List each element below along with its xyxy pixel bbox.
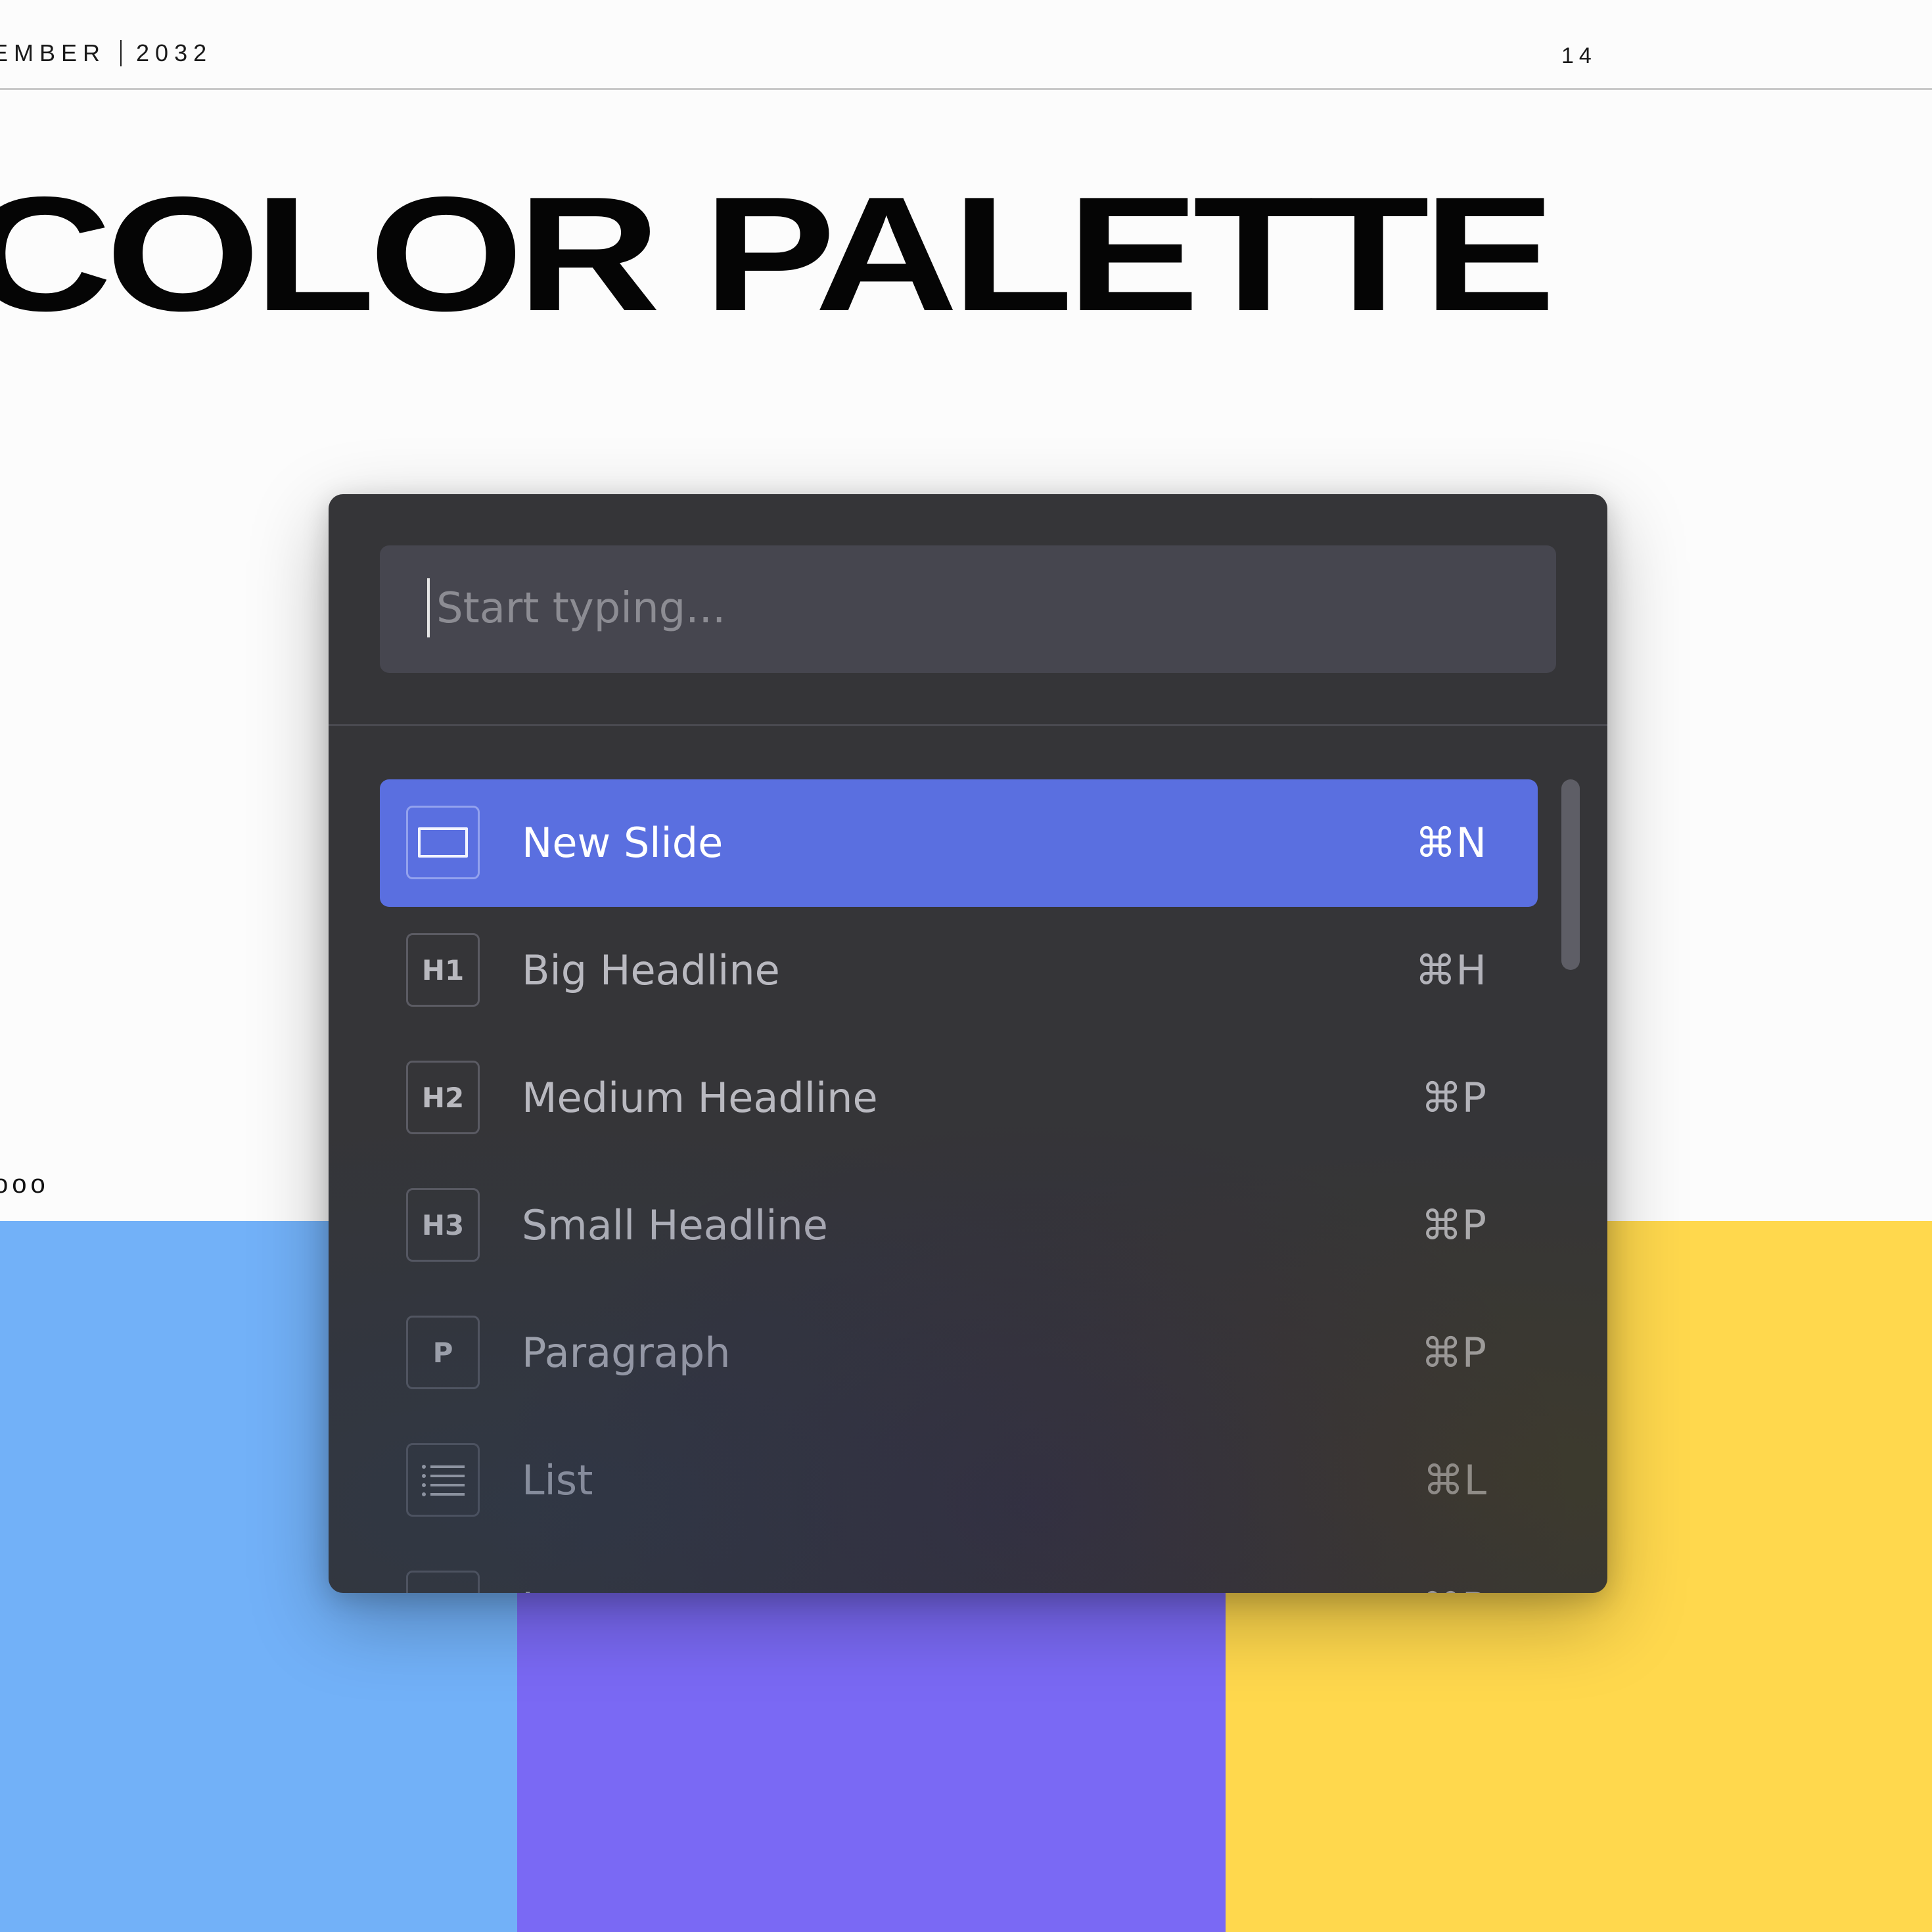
search-box[interactable] [380, 545, 1556, 673]
search-input[interactable] [435, 572, 1522, 645]
command-item-list[interactable]: List ⌘L [380, 1417, 1538, 1544]
list-glyph [422, 1465, 465, 1496]
command-shortcut: ⌘L [1423, 1456, 1486, 1504]
command-shortcut: ⌘P [1421, 1329, 1486, 1377]
command-shortcut: ⌘P [1421, 1201, 1486, 1249]
command-label: Small Headline [522, 1201, 828, 1249]
command-shortcut: ⌘N [1415, 819, 1486, 867]
paragraph-icon: P [406, 1316, 480, 1389]
text-caret [427, 578, 430, 637]
list-icon [406, 1443, 480, 1517]
command-label: Big Headline [522, 946, 780, 994]
h1-icon: H1 [406, 933, 480, 1007]
command-label: Paragraph [522, 1329, 731, 1377]
slide-title: COLOR PALETTE [0, 162, 1555, 345]
h2-icon: H2 [406, 1061, 480, 1134]
image-icon [406, 1571, 480, 1593]
scrollbar-thumb[interactable] [1561, 779, 1580, 970]
command-label: New Slide [522, 819, 724, 867]
slide-date: EMBER 2032 [0, 39, 212, 67]
decorative-dots: ooo [0, 1170, 49, 1199]
command-label: List [522, 1456, 593, 1504]
date-separator [120, 40, 122, 66]
slide-glyph [418, 827, 468, 858]
command-shortcut: ⌘H [1415, 946, 1486, 994]
slide-date-year: 2032 [136, 39, 213, 66]
command-palette: New Slide ⌘N H1 Big Headline ⌘H H2 Mediu… [329, 494, 1607, 1593]
command-item-small-headline[interactable]: H3 Small Headline ⌘P [380, 1162, 1538, 1289]
palette-divider [329, 724, 1607, 726]
header-divider [0, 88, 1932, 90]
slide-date-month: EMBER [0, 39, 106, 66]
command-shortcut: ⌘P [1421, 1074, 1486, 1122]
command-item-medium-headline[interactable]: H2 Medium Headline ⌘P [380, 1034, 1538, 1162]
command-label: Image [522, 1544, 649, 1593]
command-item-paragraph[interactable]: P Paragraph ⌘P [380, 1289, 1538, 1417]
command-label: Medium Headline [522, 1074, 878, 1122]
command-shortcut: ⌘P [1421, 1544, 1486, 1593]
command-list: New Slide ⌘N H1 Big Headline ⌘H H2 Mediu… [380, 779, 1538, 1593]
command-item-big-headline[interactable]: H1 Big Headline ⌘H [380, 907, 1538, 1034]
command-item-image[interactable]: Image ⌘P [380, 1544, 1538, 1593]
slide-icon [406, 806, 480, 879]
h3-icon: H3 [406, 1188, 480, 1262]
command-item-new-slide[interactable]: New Slide ⌘N [380, 779, 1538, 907]
page-number: 14 [1561, 43, 1597, 68]
